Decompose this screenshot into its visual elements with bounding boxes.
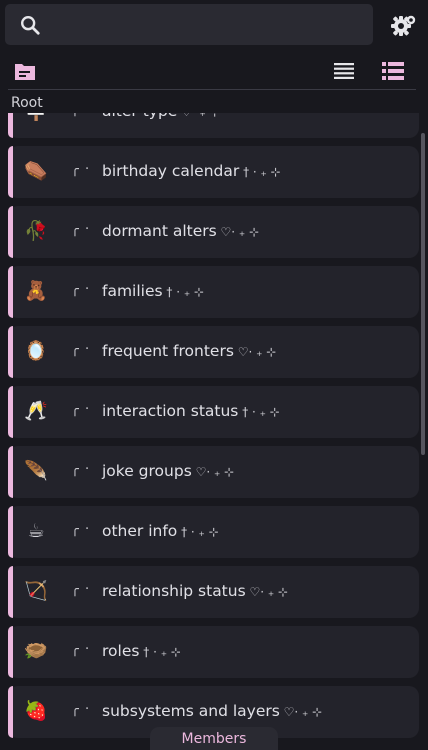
member-decoration: ╭ · — [71, 342, 91, 357]
settings-gear-icon[interactable] — [389, 12, 417, 40]
member-name-suffix: ♡· ₊ ⊹ — [177, 113, 220, 119]
member-name: subsystems and layers ♡· ₊ ⊹ — [102, 702, 322, 720]
member-name-text: subsystems and layers — [102, 702, 280, 720]
member-decoration: ╭ · — [71, 113, 90, 117]
member-name-suffix: † · ₊ ⊹ — [177, 525, 219, 539]
folder-icon[interactable] — [13, 60, 37, 82]
member-decoration: ╭ · — [71, 402, 91, 417]
member-name-suffix: † · ₊ ⊹ — [238, 405, 280, 419]
members-tab[interactable]: Members — [150, 727, 278, 750]
member-name: alter type ♡· ₊ ⊹ — [102, 113, 220, 120]
member-avatar-icon: ☕ — [27, 520, 45, 542]
member-avatar-icon: 🏹 — [24, 580, 48, 602]
app-window: Root 🪧 ╭ · alter type ♡· ₊ ⊹ ⚰️ ╭ · birthday … — [0, 0, 428, 750]
detail-list-view-icon[interactable] — [381, 61, 405, 81]
member-row[interactable]: 🥂 ╭ · interaction status † · ₊ ⊹ — [8, 386, 419, 438]
member-row[interactable]: 🥀 ╭ · dormant alters ♡· ₊ ⊹ — [8, 206, 419, 258]
member-list: 🪧 ╭ · alter type ♡· ₊ ⊹ ⚰️ ╭ · birthday calen… — [0, 113, 428, 750]
list-view-icon[interactable] — [333, 62, 355, 80]
member-name-text: interaction status — [102, 402, 239, 420]
member-name-text: birthday calendar — [102, 162, 240, 180]
search-input[interactable] — [51, 10, 365, 40]
member-row[interactable]: 🪧 ╭ · alter type ♡· ₊ ⊹ — [8, 113, 419, 138]
member-row[interactable]: 🪹 ╭ · roles † · ₊ ⊹ — [8, 626, 419, 678]
member-decoration: ╭ · — [71, 462, 91, 477]
member-name-suffix: ♡· ₊ ⊹ — [245, 585, 289, 599]
member-decoration: ╭ · — [71, 162, 91, 177]
member-name: roles † · ₊ ⊹ — [102, 642, 181, 660]
member-name: relationship status ♡· ₊ ⊹ — [102, 582, 288, 600]
member-decoration: ╭ · — [71, 522, 91, 537]
member-name-text: joke groups — [102, 462, 192, 480]
member-name: families † · ₊ ⊹ — [102, 282, 204, 300]
member-name-suffix: ♡· ₊ ⊹ — [279, 705, 323, 719]
member-name-text: relationship status — [102, 582, 246, 600]
member-row[interactable]: 🏹 ╭ · relationship status ♡· ₊ ⊹ — [8, 566, 419, 618]
scrollbar[interactable] — [421, 133, 425, 455]
member-name: dormant alters ♡· ₊ ⊹ — [102, 222, 259, 240]
member-avatar-icon: 🧸 — [24, 280, 48, 302]
member-row[interactable]: 🪞 ╭ · frequent fronters ♡· ₊ ⊹ — [8, 326, 419, 378]
breadcrumb-root[interactable]: Root — [11, 95, 43, 111]
member-name-text: dormant alters — [102, 222, 217, 240]
member-name: birthday calendar † · ₊ ⊹ — [102, 162, 281, 180]
member-row[interactable]: ☕ ╭ · other info † · ₊ ⊹ — [8, 506, 419, 558]
member-name-text: families — [102, 282, 163, 300]
toolbar-divider — [8, 89, 416, 90]
member-name: other info † · ₊ ⊹ — [102, 522, 219, 540]
search-icon — [21, 16, 40, 35]
member-avatar-icon: 🪶 — [24, 460, 48, 482]
member-name-suffix: ♡· ₊ ⊹ — [233, 345, 277, 359]
member-name: interaction status † · ₊ ⊹ — [102, 402, 280, 420]
member-name-text: roles — [102, 642, 140, 660]
member-name: frequent fronters ♡· ₊ ⊹ — [102, 342, 276, 360]
member-name: joke groups ♡· ₊ ⊹ — [102, 462, 234, 480]
search-bar[interactable] — [5, 4, 373, 45]
member-row[interactable]: 🪶 ╭ · joke groups ♡· ₊ ⊹ — [8, 446, 419, 498]
member-name-text: other info — [102, 522, 178, 540]
member-decoration: ╭ · — [71, 582, 91, 597]
member-avatar-icon: 🪧 — [22, 113, 50, 125]
member-name-suffix: ♡· ₊ ⊹ — [191, 465, 235, 479]
member-avatar-icon: ⚰️ — [24, 160, 48, 182]
member-name-text: alter type — [102, 113, 177, 120]
member-row[interactable]: 🧸 ╭ · families † · ₊ ⊹ — [8, 266, 419, 318]
member-row[interactable]: ⚰️ ╭ · birthday calendar † · ₊ ⊹ — [8, 146, 419, 198]
member-name-suffix: ♡· ₊ ⊹ — [216, 225, 260, 239]
member-avatar-icon: 🥂 — [24, 400, 48, 422]
member-name-suffix: † · ₊ ⊹ — [139, 645, 181, 659]
member-avatar-icon: 🪹 — [24, 640, 48, 662]
member-decoration: ╭ · — [71, 282, 91, 297]
member-avatar-icon: 🍓 — [24, 700, 48, 722]
member-decoration: ╭ · — [71, 222, 91, 237]
member-decoration: ╭ · — [71, 702, 91, 717]
member-decoration: ╭ · — [71, 642, 91, 657]
member-name-text: frequent fronters — [102, 342, 234, 360]
member-name-suffix: † · ₊ ⊹ — [239, 165, 281, 179]
member-avatar-icon: 🪞 — [24, 340, 48, 362]
member-name-suffix: † · ₊ ⊹ — [162, 285, 205, 299]
member-avatar-icon: 🥀 — [24, 220, 48, 242]
